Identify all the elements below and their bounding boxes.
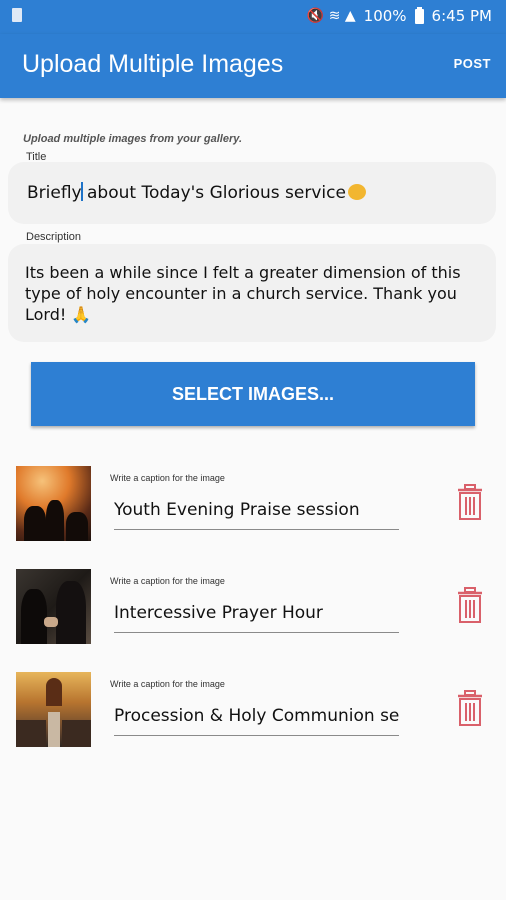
trash-icon[interactable]: [457, 484, 483, 520]
title-text-before-cursor: Briefly: [27, 183, 82, 203]
image-row: Write a caption for the image Procession…: [0, 672, 506, 752]
select-images-button[interactable]: SELECT IMAGES...: [31, 362, 475, 426]
smiley-emoji-icon: [347, 184, 366, 200]
description-field[interactable]: Its been a while since I felt a greater …: [8, 244, 496, 342]
caption-label: Write a caption for the image: [110, 679, 225, 689]
caption-input[interactable]: Intercessive Prayer Hour: [114, 603, 399, 633]
battery-percent: 100%: [363, 7, 407, 25]
image-thumbnail[interactable]: [16, 569, 91, 644]
description-label: Description: [26, 231, 82, 243]
caption-input[interactable]: Procession & Holy Communion serv: [114, 706, 399, 736]
battery-icon: [414, 6, 424, 24]
description-text: Its been a while since I felt a greater …: [25, 263, 461, 324]
status-bar: 🔇 ≋ ▲ 100% 6:45 PM: [0, 0, 506, 34]
upload-hint: Upload multiple images from your gallery…: [23, 133, 243, 145]
image-row: Write a caption for the image Intercessi…: [0, 569, 506, 649]
trash-icon[interactable]: [457, 587, 483, 623]
caption-label: Write a caption for the image: [110, 576, 225, 586]
clock: 6:45 PM: [431, 7, 492, 25]
sim-card-icon: [12, 8, 22, 22]
trash-icon[interactable]: [457, 690, 483, 726]
image-thumbnail[interactable]: [16, 466, 91, 541]
app-bar: Upload Multiple Images POST: [0, 34, 506, 98]
image-row: Write a caption for the image Youth Even…: [0, 466, 506, 546]
title-text-after-cursor: about Today's Glorious service: [81, 183, 346, 203]
caption-label: Write a caption for the image: [110, 473, 225, 483]
status-icons: 🔇 ≋ ▲: [306, 8, 356, 24]
caption-input[interactable]: Youth Evening Praise session: [114, 500, 399, 530]
title-field[interactable]: Briefly about Today's Glorious service: [8, 162, 496, 224]
image-thumbnail[interactable]: [16, 672, 91, 747]
app-title: Upload Multiple Images: [22, 50, 284, 78]
post-button[interactable]: POST: [454, 56, 491, 71]
